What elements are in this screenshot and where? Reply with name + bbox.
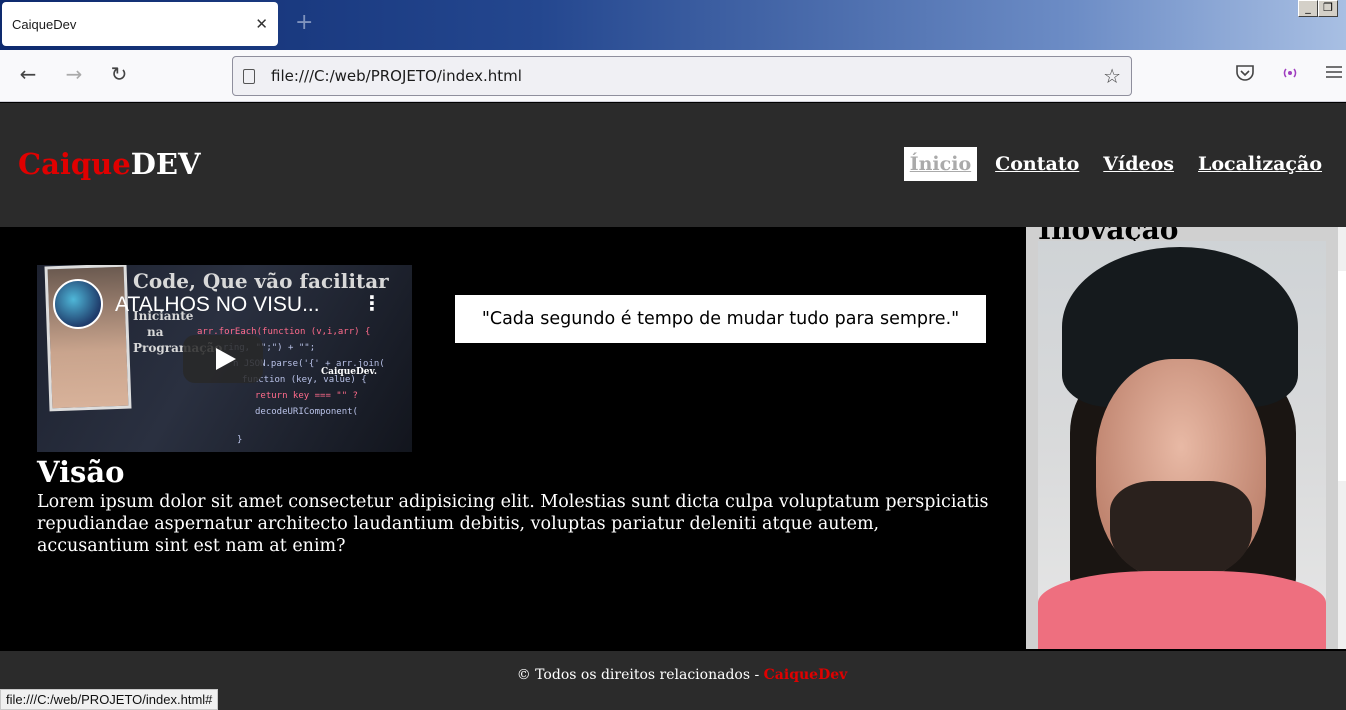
- channel-avatar[interactable]: [53, 279, 103, 329]
- back-button[interactable]: ←: [14, 62, 42, 86]
- close-tab-icon[interactable]: ✕: [255, 15, 268, 33]
- quote-box: "Cada segundo é tempo de mudar tudo para…: [455, 295, 986, 343]
- page-icon: [243, 68, 255, 84]
- thumbnail-code-line: decodeURIComponent(: [255, 407, 358, 417]
- logo-part-caique: Caique: [18, 147, 131, 181]
- vision-title: Visão: [37, 455, 125, 489]
- minimize-window-button[interactable]: _: [1298, 0, 1318, 17]
- profile-photo: [1038, 241, 1326, 649]
- bookmark-star-icon[interactable]: ☆: [1103, 64, 1121, 88]
- browser-tab-bar: CaiqueDev ✕ + _ ❐: [0, 0, 1346, 50]
- menu-item-localizacao[interactable]: Localização: [1192, 147, 1328, 181]
- menu-hamburger-icon[interactable]: [1325, 64, 1343, 85]
- video-thumbnail-heading: Code, Que vão facilitar: [133, 269, 389, 293]
- browser-tab[interactable]: CaiqueDev ✕: [2, 2, 278, 46]
- innovation-aside: Inovação: [1026, 227, 1346, 649]
- reload-button[interactable]: ↻: [105, 62, 133, 86]
- pocket-icon[interactable]: [1235, 64, 1255, 87]
- status-bar-url: file:///C:/web/PROJETO/index.html#: [0, 689, 219, 710]
- footer-text: © Todos os direitos relacionados - Caiqu…: [0, 667, 1346, 683]
- logo-part-dev: DEV: [130, 147, 201, 181]
- address-bar[interactable]: file:///C:/web/PROJETO/index.html ☆: [232, 56, 1132, 96]
- forward-button[interactable]: →: [60, 62, 88, 86]
- video-more-options-icon[interactable]: ⋮: [362, 291, 382, 315]
- main-menu: Ínicio Contato Vídeos Localização: [903, 147, 1328, 181]
- play-button[interactable]: [183, 335, 263, 383]
- footer-copyright: © Todos os direitos relacionados -: [516, 667, 764, 683]
- footer-brand: CaiqueDev: [763, 667, 848, 683]
- scrollbar-thumb[interactable]: [1338, 271, 1346, 481]
- main-content: Code, Que vão facilitar arr.forEach(func…: [0, 227, 1026, 649]
- video-title[interactable]: ATALHOS NO VISU...: [115, 293, 320, 317]
- broadcast-icon[interactable]: [1280, 64, 1300, 87]
- site-logo[interactable]: CaiqueDEV: [18, 147, 200, 181]
- tab-title: CaiqueDev: [12, 16, 77, 32]
- menu-item-videos[interactable]: Vídeos: [1097, 147, 1180, 181]
- address-url[interactable]: file:///C:/web/PROJETO/index.html: [271, 67, 1103, 85]
- browser-navigation-bar: ← → ↻ file:///C:/web/PROJETO/index.html …: [0, 50, 1346, 102]
- thumbnail-code-line: }: [237, 435, 243, 445]
- menu-item-inicio[interactable]: Ínicio: [903, 147, 978, 181]
- aside-scrollbar[interactable]: [1338, 227, 1346, 649]
- vision-text: Lorem ipsum dolor sit amet consectetur a…: [37, 492, 989, 556]
- thumbnail-side-text: na: [147, 325, 164, 339]
- menu-item-contato[interactable]: Contato: [989, 147, 1085, 181]
- thumbnail-brand: CaiqueDev.: [321, 367, 377, 377]
- site-header: CaiqueDEV Ínicio Contato Vídeos Localiza…: [0, 103, 1346, 227]
- thumbnail-code-line: return key === "" ?: [255, 391, 358, 401]
- youtube-video-embed[interactable]: Code, Que vão facilitar arr.forEach(func…: [37, 265, 412, 452]
- new-tab-button[interactable]: +: [295, 10, 313, 35]
- restore-window-button[interactable]: ❐: [1318, 0, 1338, 17]
